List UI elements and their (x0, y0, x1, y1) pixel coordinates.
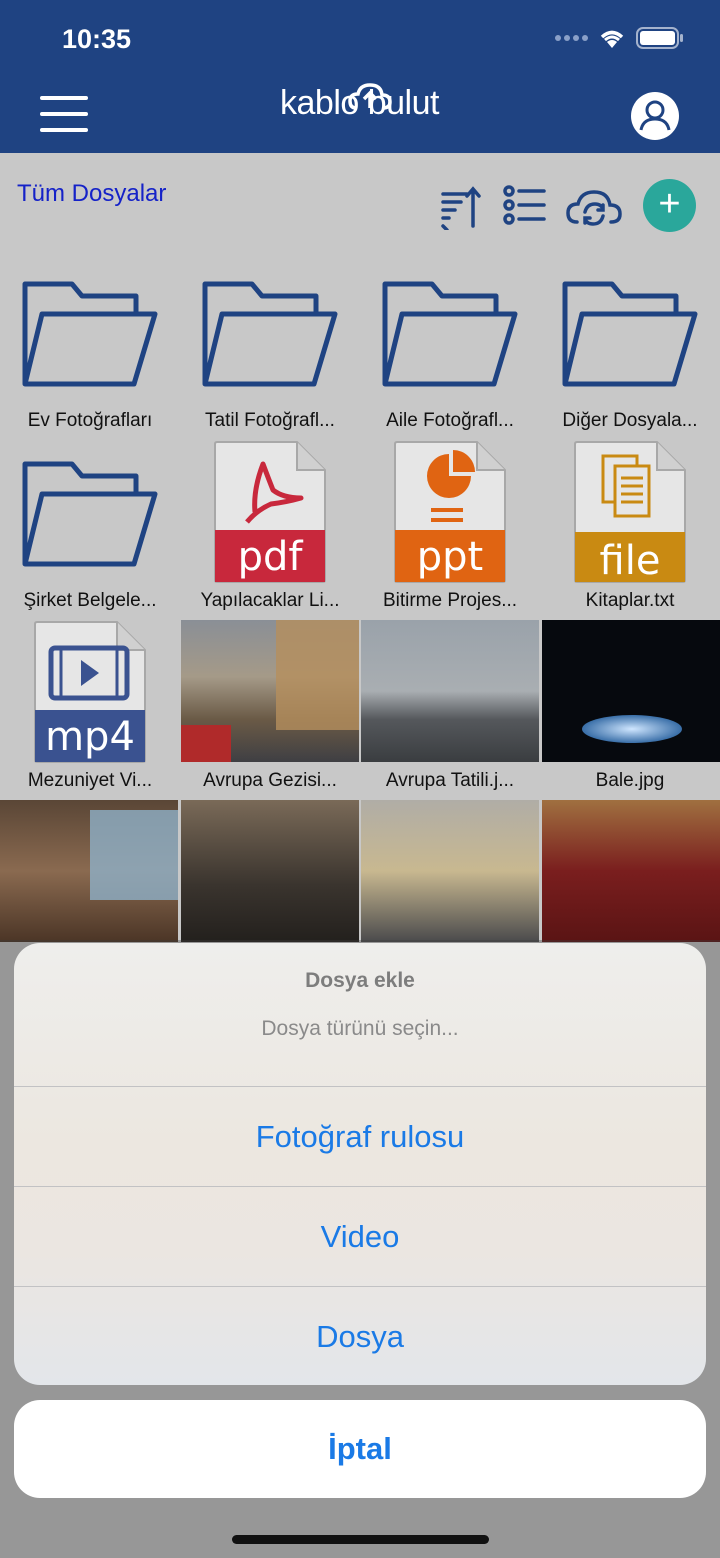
file-item[interactable]: Diğer Dosyala... (540, 260, 720, 440)
folder-icon (22, 281, 158, 387)
file-item[interactable]: ppt Bitirme Projes... (360, 440, 540, 620)
folder-icon (382, 281, 518, 387)
user-icon (639, 100, 671, 131)
signal-icon (555, 35, 588, 41)
battery-icon (636, 27, 683, 49)
home-indicator (232, 1535, 489, 1544)
file-name: Aile Fotoğrafl... (386, 410, 514, 431)
file-name: Avrupa Tatili.j... (385, 770, 515, 791)
status-time: 10:35 (62, 24, 132, 54)
photo-roll-button[interactable]: Fotoğraf rulosu (14, 1087, 706, 1186)
sheet-title: Dosya ekle (305, 969, 415, 992)
txt-file-icon: file (574, 441, 686, 584)
photo-thumbnail[interactable] (542, 800, 720, 942)
app-header: 10:35 kablo bulut (0, 0, 720, 153)
file-name: Yapılacaklar Li... (200, 590, 340, 611)
file-name: Bale.jpg (595, 770, 665, 791)
wifi-icon (600, 30, 624, 48)
ppt-badge: ppt (417, 534, 483, 580)
app-logo: kablo bulut (280, 84, 439, 122)
breadcrumb[interactable]: Tüm Dosyalar (17, 180, 166, 208)
photo-thumbnail[interactable] (0, 800, 178, 942)
list-view-icon[interactable] (502, 184, 548, 230)
photo-thumbnail (542, 620, 720, 762)
photo-thumbnail[interactable] (361, 800, 539, 942)
cancel-button[interactable]: İptal (14, 1400, 706, 1498)
photo-thumbnail[interactable] (181, 800, 359, 942)
ppt-file-icon: ppt (394, 441, 506, 583)
file-name: Diğer Dosyala... (562, 410, 698, 431)
file-name: Bitirme Projes... (382, 590, 518, 611)
file-item[interactable]: pdf Yapılacaklar Li... (180, 440, 360, 620)
profile-button[interactable] (631, 92, 679, 140)
file-name: Mezuniyet Vi... (27, 770, 153, 791)
file-item[interactable]: Şirket Belgele... (0, 440, 180, 620)
file-button[interactable]: Dosya (14, 1287, 706, 1385)
photo-thumbnail (181, 620, 359, 762)
status-icons (554, 26, 684, 50)
file-item[interactable]: Avrupa Tatili.j... (360, 620, 540, 800)
sheet-message: Dosya türünü seçin... (261, 1017, 459, 1040)
mp4-badge: mp4 (45, 714, 135, 760)
photo-thumbnail (361, 620, 539, 762)
action-sheet: Dosya ekle Dosya türünü seçin... Fotoğra… (14, 943, 706, 1385)
file-item[interactable]: Ev Fotoğrafları (0, 260, 180, 440)
plus-icon: + (658, 183, 681, 225)
pdf-file-icon: pdf (214, 441, 326, 583)
file-item[interactable]: mp4 Mezuniyet Vi... (0, 620, 180, 800)
file-item[interactable]: Aile Fotoğrafl... (360, 260, 540, 440)
file-name: Avrupa Gezisi... (203, 770, 337, 791)
hamburger-icon (40, 96, 88, 100)
folder-icon (202, 281, 338, 387)
folder-icon (562, 281, 698, 387)
folder-icon (22, 461, 158, 567)
file-name: Kitaplar.txt (585, 590, 675, 611)
file-name: Ev Fotoğrafları (27, 410, 153, 431)
mp4-file-icon: mp4 (34, 621, 146, 763)
sort-icon[interactable] (437, 184, 483, 230)
add-button[interactable]: + (643, 179, 696, 232)
file-item[interactable]: file Kitaplar.txt (540, 440, 720, 620)
file-badge: file (600, 538, 661, 584)
file-name: Tatil Fotoğrafl... (205, 410, 335, 431)
file-item[interactable]: Bale.jpg (540, 620, 720, 800)
file-name: Şirket Belgele... (23, 590, 157, 611)
file-item[interactable]: Avrupa Gezisi... (180, 620, 360, 800)
menu-button[interactable] (40, 96, 88, 134)
file-item[interactable]: Tatil Fotoğrafl... (180, 260, 360, 440)
cloud-sync-icon[interactable] (565, 184, 623, 230)
pdf-badge: pdf (238, 534, 304, 580)
video-button[interactable]: Video (14, 1187, 706, 1286)
